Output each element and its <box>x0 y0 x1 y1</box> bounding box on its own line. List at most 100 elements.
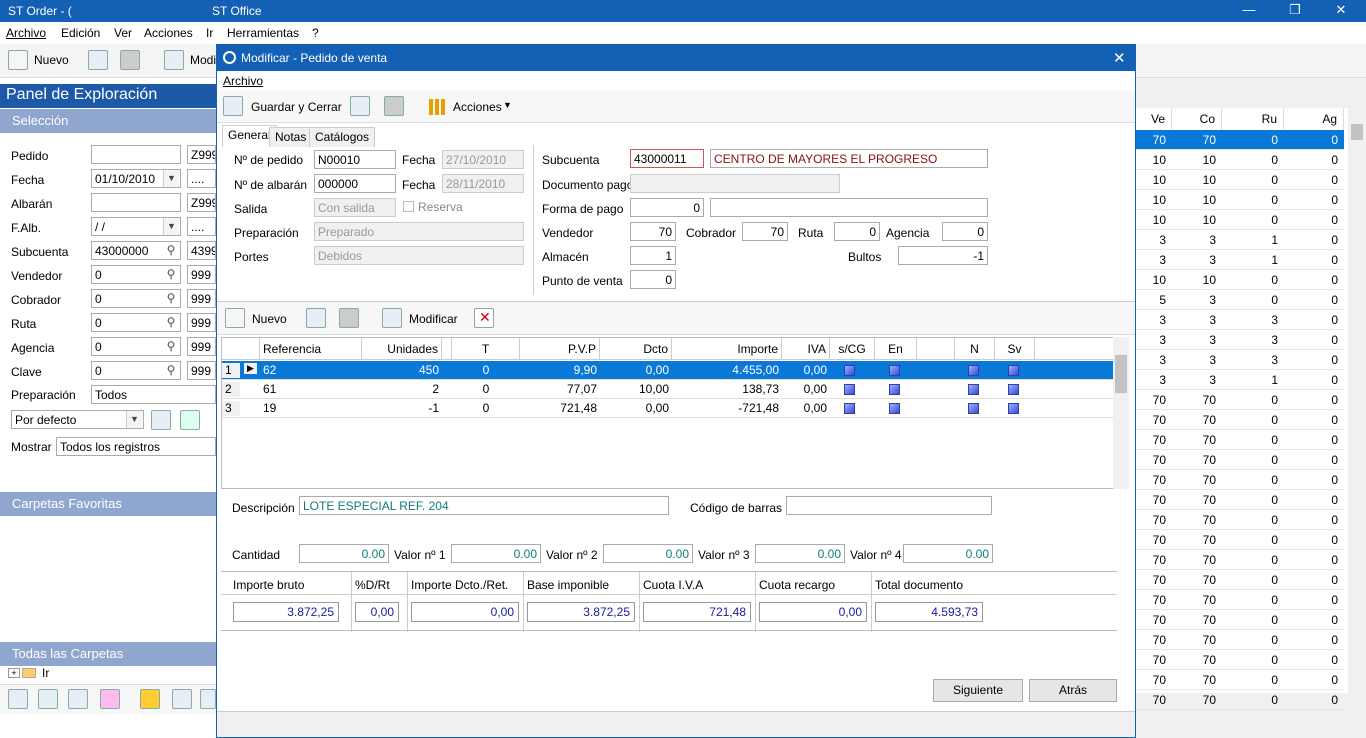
valor1-field[interactable]: 0.00 <box>451 544 541 563</box>
table-row[interactable]: 70 70 0 0 <box>1136 690 1344 710</box>
folder-ir-label[interactable]: Ir <box>42 666 49 680</box>
vendedor-field[interactable]: 70 <box>630 222 676 241</box>
table-row[interactable]: 70 70 0 0 <box>1136 650 1344 670</box>
dialog-menu-archivo[interactable]: Archivo <box>223 74 263 88</box>
filter-to-5[interactable]: 999 <box>187 265 216 284</box>
refresh-icon[interactable] <box>180 410 200 430</box>
valor3-field[interactable]: 0.00 <box>755 544 845 563</box>
tasks-icon[interactable] <box>100 689 120 709</box>
list-view-icon[interactable] <box>8 689 28 709</box>
table-row[interactable]: 10 10 0 0 <box>1136 190 1344 210</box>
filter-to-9[interactable]: 999 <box>187 361 216 380</box>
table-row[interactable]: 70 70 0 0 <box>1136 570 1344 590</box>
save-icon[interactable] <box>223 96 243 116</box>
close-icon[interactable]: ✕ <box>1113 49 1126 67</box>
expand-icon[interactable]: + <box>8 668 20 678</box>
table-row[interactable]: 3 3 1 0 <box>1136 230 1344 250</box>
menu-help[interactable]: ? <box>312 26 319 40</box>
total-value-5[interactable]: 0,00 <box>759 602 867 622</box>
albaran-field[interactable]: 000000 <box>314 174 396 193</box>
col-dcto[interactable]: Dcto <box>600 338 672 360</box>
new-line-button[interactable]: Nuevo <box>252 312 287 326</box>
line-row[interactable]: 3 19 -1 0 721,48 0,00 -721,48 0,00 <box>222 399 1114 418</box>
formapago-field[interactable]: 0 <box>630 198 704 217</box>
line-checkbox[interactable] <box>844 403 855 414</box>
fecha-field[interactable]: 27/10/2010 <box>442 150 524 169</box>
docpago-select[interactable] <box>630 174 840 193</box>
table-row[interactable]: 10 10 0 0 <box>1136 150 1344 170</box>
line-checkbox[interactable] <box>889 384 900 395</box>
delete-line-icon[interactable]: ✕ <box>474 308 494 328</box>
descripcion-field[interactable]: LOTE ESPECIAL REF. 204 <box>299 496 669 515</box>
cliente-name-field[interactable]: CENTRO DE MAYORES EL PROGRESO <box>710 149 988 168</box>
subcuenta-field[interactable]: 43000011 <box>630 149 704 168</box>
bultos-field[interactable]: -1 <box>898 246 988 265</box>
ruta-field[interactable]: 0 <box>834 222 880 241</box>
menu-acciones[interactable]: Acciones <box>144 26 193 40</box>
col-t[interactable]: T <box>452 338 520 360</box>
col-unidades[interactable]: Unidades <box>362 338 442 360</box>
notes-icon[interactable] <box>140 689 160 709</box>
table-row[interactable]: 70 70 0 0 <box>1136 130 1344 150</box>
table-row[interactable]: 70 70 0 0 <box>1136 670 1344 690</box>
menu-herramientas[interactable]: Herramientas <box>227 26 299 40</box>
total-value-3[interactable]: 3.872,25 <box>527 602 635 622</box>
table-row[interactable]: 3 3 1 0 <box>1136 370 1344 390</box>
table-row[interactable]: 10 10 0 0 <box>1136 270 1344 290</box>
agencia-field[interactable]: 0 <box>942 222 988 241</box>
col-en[interactable]: En <box>875 338 917 360</box>
cantidad-field[interactable]: 0.00 <box>299 544 389 563</box>
filter-to-0[interactable]: Z999 <box>187 145 216 164</box>
table-row[interactable]: 3 3 1 0 <box>1136 250 1344 270</box>
close-icon[interactable]: ✕ <box>1330 2 1352 20</box>
line-checkbox[interactable] <box>844 384 855 395</box>
table-row[interactable]: 70 70 0 0 <box>1136 550 1344 570</box>
table-row[interactable]: 70 70 0 0 <box>1136 590 1344 610</box>
table-row[interactable]: 3 3 3 0 <box>1136 330 1344 350</box>
section-seleccion[interactable]: Selección <box>0 109 216 133</box>
new-document-icon[interactable] <box>8 50 28 70</box>
edit-document-icon[interactable] <box>164 50 184 70</box>
line-checkbox[interactable] <box>1008 384 1019 395</box>
table-row[interactable]: 3 3 3 0 <box>1136 310 1344 330</box>
actions-button[interactable]: Acciones <box>453 100 502 114</box>
total-value-0[interactable]: 3.872,25 <box>233 602 339 622</box>
vertical-scrollbar[interactable] <box>1348 108 1366 693</box>
preparacion-select[interactable]: Preparado <box>314 222 524 241</box>
table-row[interactable]: 10 10 0 0 <box>1136 170 1344 190</box>
back-button[interactable]: Atrás <box>1029 679 1117 702</box>
col-header-ag[interactable]: Ag <box>1284 108 1344 130</box>
chevron-down-icon[interactable]: ▼ <box>163 170 179 187</box>
new-line-icon[interactable] <box>225 308 245 328</box>
table-row[interactable]: 70 70 0 0 <box>1136 410 1344 430</box>
print-preview-icon[interactable] <box>350 96 370 116</box>
print-preview-icon[interactable] <box>306 308 326 328</box>
search-icon[interactable]: ⚲ <box>162 241 180 259</box>
almacen-field[interactable]: 1 <box>630 246 676 265</box>
table-row[interactable]: 70 70 0 0 <box>1136 630 1344 650</box>
printer-icon[interactable] <box>120 50 140 70</box>
filter-from-0[interactable] <box>91 145 181 164</box>
salida-select[interactable]: Con salida <box>314 198 396 217</box>
line-checkbox[interactable] <box>1008 403 1019 414</box>
new-button-label[interactable]: Nuevo <box>34 53 69 67</box>
mostrar-select[interactable]: Todos los registros <box>56 437 216 456</box>
preparacion-filter[interactable]: Todos <box>91 385 216 404</box>
table-row[interactable]: 70 70 0 0 <box>1136 450 1344 470</box>
lines-scrollbar[interactable] <box>1113 337 1129 489</box>
edit-line-icon[interactable] <box>382 308 402 328</box>
reserva-checkbox[interactable] <box>403 201 414 212</box>
line-checkbox[interactable] <box>968 403 979 414</box>
col-referencia[interactable]: Referencia <box>260 338 362 360</box>
menu-edicion[interactable]: Edición <box>61 26 100 40</box>
puntoventa-field[interactable]: 0 <box>630 270 676 289</box>
mail-icon[interactable] <box>200 689 216 709</box>
fecha-albaran-field[interactable]: 28/11/2010 <box>442 174 524 193</box>
tab-notas[interactable]: Notas <box>269 127 313 147</box>
table-row[interactable]: 70 70 0 0 <box>1136 430 1344 450</box>
modify-line-button[interactable]: Modificar <box>409 312 458 326</box>
table-row[interactable]: 70 70 0 0 <box>1136 530 1344 550</box>
table-row[interactable]: 70 70 0 0 <box>1136 390 1344 410</box>
filter-to-8[interactable]: 999 <box>187 337 216 356</box>
col-header-ve[interactable]: Ve <box>1136 108 1172 130</box>
